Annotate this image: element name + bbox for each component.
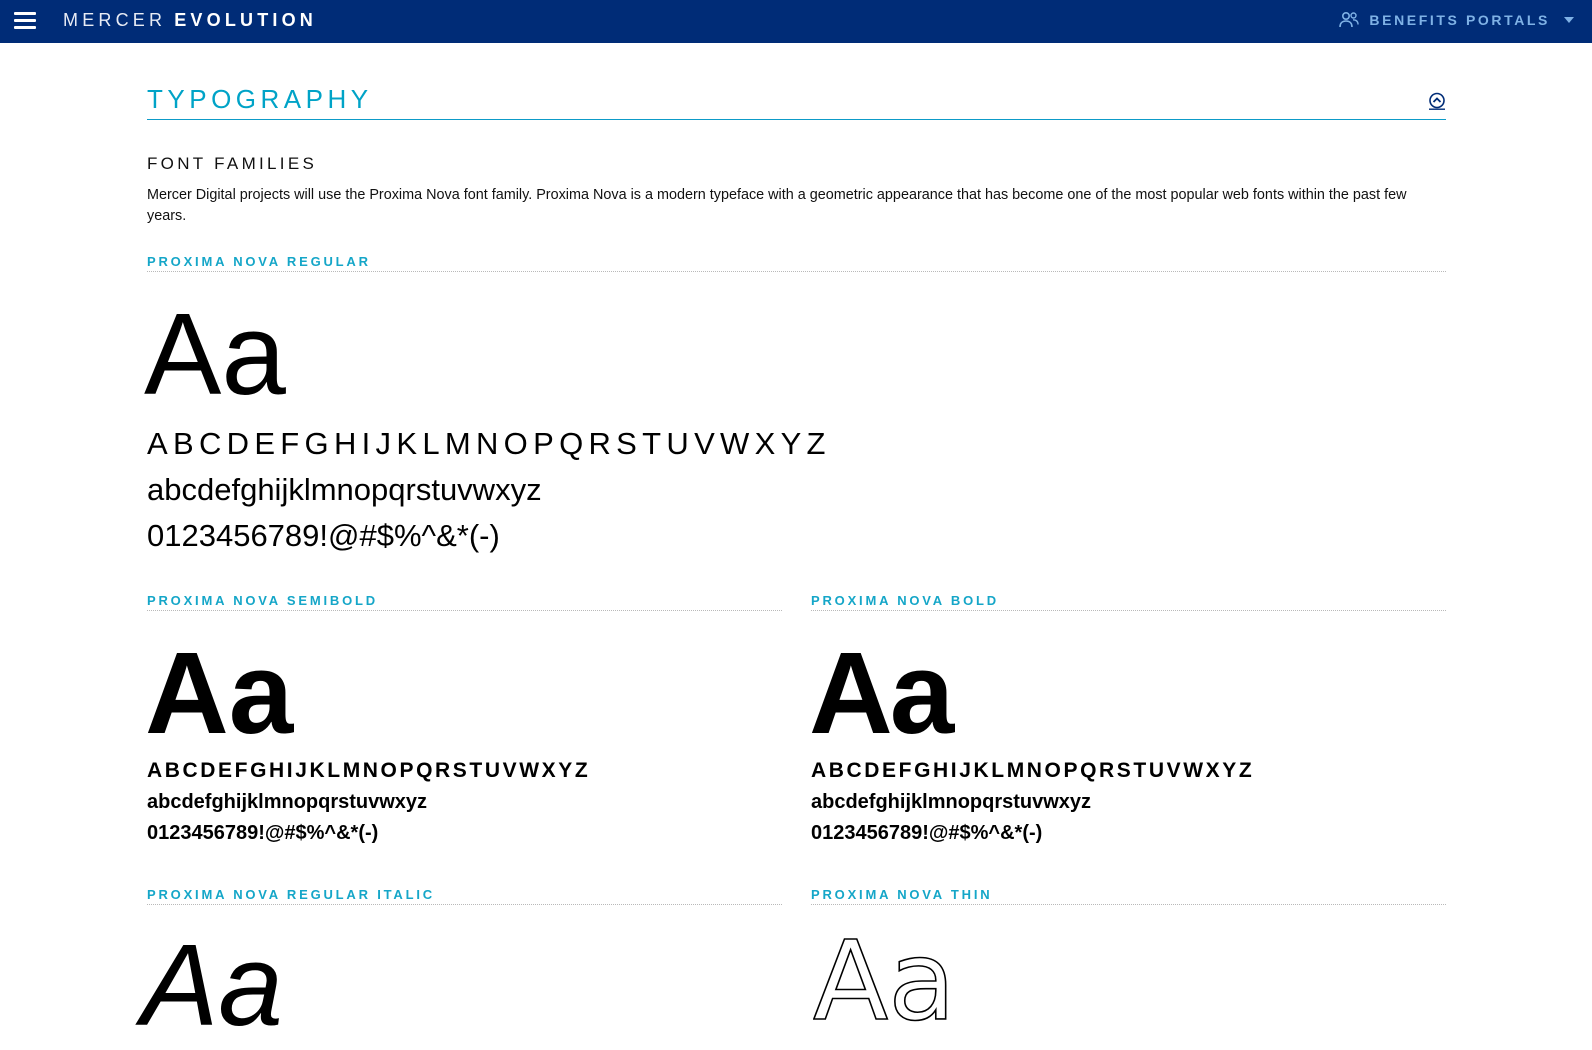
thin-font-block: PROXIMA NOVA THIN Aa xyxy=(811,887,1446,1046)
page-title: TYPOGRAPHY xyxy=(147,84,373,114)
menu-icon[interactable] xyxy=(14,12,36,30)
italic-sample-glyphs: Aa xyxy=(141,920,283,1050)
semibold-font-block: PROXIMA NOVA SEMIBOLD Aa ABCDEFGHIJKLMNO… xyxy=(145,593,782,845)
italic-font-label: PROXIMA NOVA REGULAR ITALIC xyxy=(147,887,782,905)
semibold-uppercase: ABCDEFGHIJKLMNOPQRSTUVWXYZ xyxy=(147,759,591,782)
regular-font-block: PROXIMA NOVA REGULAR Aa ABCDEFGHIJKLMNOP… xyxy=(144,254,1446,554)
brand-name-light: MERCER xyxy=(63,10,167,30)
semibold-sample-glyphs: Aa xyxy=(145,628,294,758)
benefits-portals-label: BENEFITS PORTALS xyxy=(1369,12,1550,28)
main-content: TYPOGRAPHY FONT FAMILIES Mercer Digital … xyxy=(141,84,1446,1046)
semibold-numbers-symbols: 0123456789!@#$%^&*(-) xyxy=(147,822,379,844)
thin-sample-glyphs: Aa xyxy=(812,916,956,1046)
regular-uppercase: ABCDEFGHIJKLMNOPQRSTUVWXYZ xyxy=(147,426,831,461)
bold-sample-glyphs: Aa xyxy=(809,628,954,758)
bold-font-label: PROXIMA NOVA BOLD xyxy=(811,593,1446,611)
brand-name-bold: EVOLUTION xyxy=(174,10,318,30)
thin-font-label: PROXIMA NOVA THIN xyxy=(811,887,1446,905)
people-icon xyxy=(1339,11,1360,28)
bold-numbers-symbols: 0123456789!@#$%^&*(-) xyxy=(811,822,1043,844)
font-families-description: Mercer Digital projects will use the Pro… xyxy=(147,187,1407,224)
brand-logo[interactable]: MERCER EVOLUTION xyxy=(63,10,317,31)
regular-sample-glyphs: Aa xyxy=(144,289,286,419)
font-families-heading: FONT FAMILIES xyxy=(147,154,318,173)
chevron-down-icon xyxy=(1564,17,1574,23)
top-navigation-bar: MERCER EVOLUTION BENEFITS PORTALS xyxy=(0,0,1592,43)
regular-numbers-symbols: 0123456789!@#$%^&*(-) xyxy=(147,518,500,553)
bold-uppercase: ABCDEFGHIJKLMNOPQRSTUVWXYZ xyxy=(811,759,1255,782)
back-to-top-icon[interactable] xyxy=(1428,92,1446,110)
regular-font-label: PROXIMA NOVA REGULAR xyxy=(147,254,1446,272)
section-header: TYPOGRAPHY xyxy=(147,84,1446,120)
semibold-lowercase: abcdefghijklmnopqrstuvwxyz xyxy=(147,791,428,813)
regular-lowercase: abcdefghijklmnopqrstuvwxyz xyxy=(147,472,542,507)
bold-font-block: PROXIMA NOVA BOLD Aa ABCDEFGHIJKLMNOPQRS… xyxy=(809,593,1446,845)
bold-lowercase: abcdefghijklmnopqrstuvwxyz xyxy=(811,791,1092,813)
thin-sample-text: Aa xyxy=(813,935,953,1025)
italic-font-block: PROXIMA NOVA REGULAR ITALIC Aa xyxy=(141,887,782,1043)
benefits-portals-dropdown[interactable]: BENEFITS PORTALS xyxy=(1339,11,1574,29)
semibold-font-label: PROXIMA NOVA SEMIBOLD xyxy=(147,593,782,611)
